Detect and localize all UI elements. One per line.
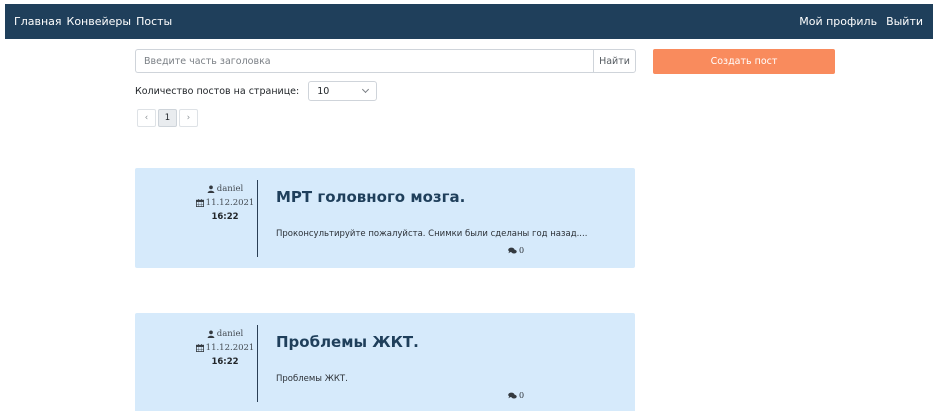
- nav-link-posts[interactable]: Посты: [136, 15, 172, 28]
- user-icon: [207, 185, 215, 193]
- pagination: ‹ 1 ›: [137, 109, 200, 127]
- per-page-label: Количество постов на странице:: [135, 85, 300, 97]
- search-input[interactable]: [135, 49, 593, 73]
- post-author: daniel: [175, 327, 275, 341]
- post-author-name: daniel: [216, 184, 244, 194]
- post-time: 16:22: [211, 357, 239, 367]
- pagination-page-1[interactable]: 1: [158, 109, 177, 127]
- search-bar: Найти: [135, 49, 636, 73]
- post-date: 11.12.2021: [175, 341, 275, 355]
- per-page-select[interactable]: 10: [308, 81, 378, 101]
- post-card: daniel 11.12.2021 16:22 МРТ головного мо…: [135, 168, 635, 268]
- post-comments: 0: [508, 391, 524, 400]
- post-comment-count: 0: [519, 246, 525, 255]
- nav-link-home[interactable]: Главная: [14, 15, 62, 28]
- nav-right-group: Мой профиль Выйти: [790, 15, 923, 28]
- post-meta: daniel 11.12.2021 16:22: [175, 182, 275, 224]
- nav-left-group: Главная Конвейеры Посты: [14, 15, 177, 28]
- post-time: 16:22: [211, 212, 239, 222]
- post-comments: 0: [508, 246, 524, 255]
- pagination-next-button[interactable]: ›: [179, 109, 198, 127]
- chevron-down-icon: [362, 85, 370, 94]
- calendar-icon: [195, 344, 204, 352]
- comment-icon: [508, 392, 517, 400]
- post-excerpt: Проблемы ЖКТ.: [276, 374, 348, 384]
- search-button[interactable]: Найти: [593, 49, 636, 73]
- post-meta: daniel 11.12.2021 16:22: [175, 327, 275, 369]
- post-date-value: 11.12.2021: [205, 343, 255, 353]
- post-card: daniel 11.12.2021 16:22 Проблемы ЖКТ. Пр…: [135, 313, 635, 411]
- comment-icon: [508, 247, 517, 255]
- posts-per-page: Количество постов на странице: 10: [135, 81, 378, 101]
- top-navbar: Главная Конвейеры Посты Мой профиль Выйт…: [5, 4, 933, 39]
- post-divider: [257, 325, 258, 402]
- post-title[interactable]: Проблемы ЖКТ.: [276, 333, 419, 351]
- post-date: 11.12.2021: [175, 196, 275, 210]
- pagination-prev-button[interactable]: ‹: [137, 109, 156, 127]
- nav-link-pipelines[interactable]: Конвейеры: [67, 15, 132, 28]
- nav-link-my-profile[interactable]: Мой профиль: [799, 15, 877, 28]
- post-divider: [257, 180, 258, 257]
- post-title[interactable]: МРТ головного мозга.: [276, 188, 465, 206]
- calendar-icon: [195, 199, 204, 207]
- post-date-value: 11.12.2021: [205, 198, 255, 208]
- post-excerpt: Проконсультируйте пожалуйста. Снимки был…: [276, 229, 588, 239]
- post-author: daniel: [175, 182, 275, 196]
- post-author-name: daniel: [216, 329, 244, 339]
- post-comment-count: 0: [519, 391, 525, 400]
- per-page-selected-value: 10: [317, 85, 330, 97]
- create-post-button[interactable]: Создать пост: [653, 49, 835, 74]
- nav-link-logout[interactable]: Выйти: [886, 15, 923, 28]
- user-icon: [207, 330, 215, 338]
